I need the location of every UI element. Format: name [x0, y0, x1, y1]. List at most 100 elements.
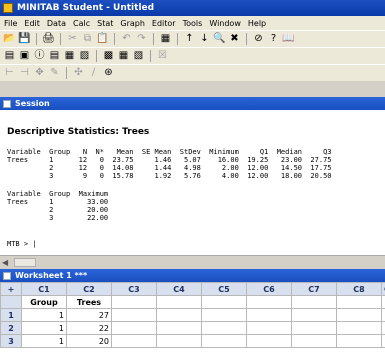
show-session-icon[interactable]: ▤: [3, 50, 16, 63]
data-cell[interactable]: [201, 334, 247, 348]
session-output[interactable]: Descriptive Statistics: Trees Variable G…: [0, 110, 385, 255]
menu-graph[interactable]: Graph: [120, 19, 145, 28]
menu-calc[interactable]: Calc: [73, 19, 90, 28]
data-cell[interactable]: [246, 308, 292, 322]
annotate-icon[interactable]: ✣: [72, 67, 85, 80]
data-cell[interactable]: [111, 334, 157, 348]
data-cell[interactable]: [156, 321, 202, 335]
column-name-cell[interactable]: [201, 295, 247, 309]
data-cell[interactable]: [291, 321, 337, 335]
data-cell[interactable]: 1: [21, 308, 67, 322]
row-number[interactable]: 2: [0, 321, 22, 335]
help-icon[interactable]: ?: [267, 33, 280, 46]
data-cell[interactable]: [156, 308, 202, 322]
menu-edit[interactable]: Edit: [24, 19, 40, 28]
data-cell[interactable]: [291, 334, 337, 348]
column-name-cell[interactable]: [246, 295, 292, 309]
menu-data[interactable]: Data: [47, 19, 66, 28]
menu-help[interactable]: Help: [248, 19, 266, 28]
data-cell[interactable]: [201, 308, 247, 322]
show-report-icon[interactable]: ▨: [78, 50, 91, 63]
find-icon[interactable]: 🔍: [213, 33, 226, 46]
stop-icon[interactable]: ⊘: [252, 33, 265, 46]
show-worksheet-icon[interactable]: ▦: [63, 50, 76, 63]
scroll-left-icon[interactable]: ◀: [2, 258, 11, 267]
column-header-c5[interactable]: C5: [201, 282, 247, 296]
column-header-c8[interactable]: C8: [336, 282, 382, 296]
session-horizontal-scrollbar[interactable]: ◀: [0, 255, 385, 269]
data-cell[interactable]: 1: [21, 334, 67, 348]
column-header-c3[interactable]: C3: [111, 282, 157, 296]
menu-tools[interactable]: Tools: [183, 19, 203, 28]
data-cell[interactable]: [156, 334, 202, 348]
data-cell[interactable]: [336, 321, 382, 335]
draw-icon[interactable]: ⊛: [102, 67, 115, 80]
close-all-graphs-icon[interactable]: ☒: [156, 50, 169, 63]
menu-window[interactable]: Window: [209, 19, 241, 28]
scrollbar-thumb[interactable]: [14, 258, 36, 267]
menu-editor[interactable]: Editor: [152, 19, 176, 28]
row-number[interactable]: 1: [0, 308, 22, 322]
command-prompt[interactable]: MTB > |: [7, 240, 37, 248]
column-name-cell[interactable]: [336, 295, 382, 309]
row-number[interactable]: 3: [0, 334, 22, 348]
data-cell[interactable]: [201, 321, 247, 335]
column-name-cell[interactable]: [111, 295, 157, 309]
cancel-icon[interactable]: ✖: [228, 33, 241, 46]
data-direction-arrow[interactable]: +: [0, 282, 22, 296]
data-cell[interactable]: [336, 308, 382, 322]
show-info-icon[interactable]: ⓘ: [33, 50, 46, 63]
redo-icon[interactable]: ↷: [135, 33, 148, 46]
data-cell[interactable]: 1: [21, 321, 67, 335]
statguide-icon[interactable]: 📖: [282, 33, 295, 46]
session-window-title-bar[interactable]: Session: [0, 97, 385, 110]
column-header-c7[interactable]: C7: [291, 282, 337, 296]
open-project-icon[interactable]: 📂: [3, 33, 16, 46]
column-name-cell[interactable]: Trees: [66, 295, 112, 309]
worksheet-window-title-bar[interactable]: Worksheet 1 ***: [0, 269, 385, 282]
data-cell[interactable]: [291, 308, 337, 322]
column-header-c9[interactable]: C9: [381, 282, 385, 296]
last-dialog-icon[interactable]: ▦: [159, 33, 172, 46]
column-header-c4[interactable]: C4: [156, 282, 202, 296]
paste-icon[interactable]: 📋: [96, 33, 109, 46]
column-header-c2[interactable]: C2: [66, 282, 112, 296]
data-cell[interactable]: [111, 308, 157, 322]
data-cell[interactable]: 20: [66, 334, 112, 348]
column-header-c1[interactable]: C1: [21, 282, 67, 296]
cascade-icon[interactable]: ▧: [132, 50, 145, 63]
data-cell[interactable]: [381, 334, 385, 348]
column-name-cell[interactable]: [156, 295, 202, 309]
tile-windows-icon[interactable]: ▦: [117, 50, 130, 63]
column-name-cell[interactable]: [381, 295, 385, 309]
data-cell[interactable]: [246, 334, 292, 348]
save-project-icon[interactable]: 💾: [18, 33, 31, 46]
data-cell[interactable]: [246, 321, 292, 335]
column-name-cell[interactable]: Group: [21, 295, 67, 309]
column-name-cell[interactable]: [291, 295, 337, 309]
data-cell[interactable]: [336, 334, 382, 348]
menu-stat[interactable]: Stat: [97, 19, 113, 28]
pencil-icon[interactable]: ✎: [48, 67, 61, 80]
show-graphs-icon[interactable]: ▣: [18, 50, 31, 63]
line-tool-icon[interactable]: ∕: [87, 67, 100, 80]
brush-icon[interactable]: ⊢: [3, 67, 16, 80]
data-cell[interactable]: 22: [66, 321, 112, 335]
show-history-icon[interactable]: ▤: [48, 50, 61, 63]
data-cell[interactable]: [381, 308, 385, 322]
edit-attributes-icon[interactable]: ✥: [33, 67, 46, 80]
insert-cells-icon[interactable]: ↑: [183, 33, 196, 46]
copy-icon[interactable]: ⧉: [81, 33, 94, 46]
data-cell[interactable]: [111, 321, 157, 335]
undo-icon[interactable]: ↶: [120, 33, 133, 46]
set-id-variables-icon[interactable]: ⊣: [18, 67, 31, 80]
column-header-c6[interactable]: C6: [246, 282, 292, 296]
data-cell[interactable]: 27: [66, 308, 112, 322]
data-cell[interactable]: [381, 321, 385, 335]
column-name-row: Group Trees: [0, 295, 385, 309]
cut-icon[interactable]: ✂: [66, 33, 79, 46]
show-project-manager-icon[interactable]: ▩: [102, 50, 115, 63]
insert-rows-icon[interactable]: ↓: [198, 33, 211, 46]
print-icon[interactable]: 🖨: [42, 33, 55, 46]
menu-file[interactable]: File: [4, 19, 17, 28]
